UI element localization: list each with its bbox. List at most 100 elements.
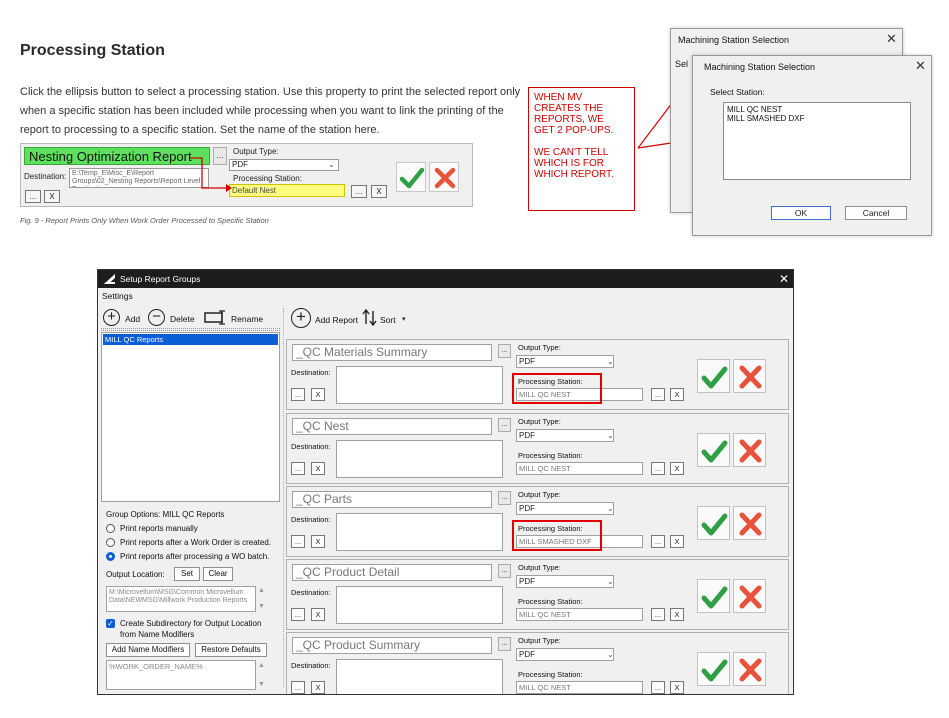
output-type-label: Output Type: [518, 636, 561, 645]
name-modifier-field[interactable]: %WORK_ORDER_NAME% [106, 660, 256, 690]
destination-ellipsis-button[interactable]: ... [291, 608, 305, 621]
report-name-ellipsis-button[interactable]: ... [498, 491, 511, 505]
restore-defaults-button[interactable]: Restore Defaults [195, 643, 267, 657]
accept-button[interactable] [697, 433, 730, 467]
cancel-button[interactable] [733, 579, 766, 613]
chevron-down-icon: ⌄ [607, 650, 614, 659]
output-type-label: Output Type: [518, 563, 561, 572]
output-type-select[interactable]: PDF ⌄ [516, 648, 614, 661]
station-ellipsis-button[interactable]: ... [651, 462, 665, 475]
destination-field[interactable] [336, 440, 503, 478]
destination-field[interactable] [336, 659, 503, 694]
cancel-button[interactable] [733, 433, 766, 467]
group-list[interactable]: MILL QC Reports [101, 332, 280, 502]
destination-ellipsis-button[interactable]: ... [291, 388, 305, 401]
station-clear-button[interactable]: X [670, 388, 684, 401]
cancel-button[interactable]: Cancel [845, 206, 907, 220]
destination-field[interactable] [336, 586, 503, 624]
report-name-field[interactable]: _QC Product Detail [292, 564, 492, 581]
report-name-ellipsis-button[interactable]: ... [498, 344, 511, 358]
subdirectory-checkbox[interactable]: ✓ [106, 619, 115, 628]
add-group-button[interactable]: Add [125, 314, 140, 324]
radio-print-after-work-order[interactable] [106, 538, 115, 547]
report-name-field[interactable]: _QC Nest [292, 418, 492, 435]
cancel-button[interactable] [733, 652, 766, 686]
output-type-select[interactable]: PDF ⌄ [516, 429, 614, 442]
station-ellipsis-button[interactable]: ... [651, 535, 665, 548]
destination-clear-button[interactable]: X [311, 608, 325, 621]
destination-label: Destination: [291, 515, 331, 524]
report-name-ellipsis-button[interactable]: ... [498, 637, 511, 651]
station-ellipsis-button[interactable]: ... [651, 608, 665, 621]
figure-accept-button[interactable] [396, 162, 426, 192]
accept-button[interactable] [697, 652, 730, 686]
checkmark-icon [399, 167, 425, 189]
destination-clear-button[interactable]: X [311, 681, 325, 694]
accept-button[interactable] [697, 359, 730, 393]
delete-icon[interactable]: − [148, 309, 165, 326]
menu-settings[interactable]: Settings [102, 291, 133, 301]
station-listbox[interactable]: MILL QC NEST MILL SMASHED DXF [723, 102, 911, 180]
accept-button[interactable] [697, 506, 730, 540]
cancel-button[interactable] [733, 359, 766, 393]
scroll-down-icon[interactable]: ▼ [258, 603, 265, 610]
checkmark-icon [701, 440, 728, 463]
report-name-field[interactable]: _QC Product Summary [292, 637, 492, 654]
figure-caption: Fig. 9 - Report Prints Only When Work Or… [20, 216, 269, 225]
station-clear-button[interactable]: X [670, 681, 684, 694]
close-icon [739, 439, 762, 463]
cancel-button[interactable] [733, 506, 766, 540]
destination-clear-button[interactable]: X [311, 462, 325, 475]
caret-down-icon[interactable]: ▾ [402, 315, 406, 323]
add-name-modifiers-button[interactable]: Add Name Modifiers [106, 643, 190, 657]
sort-button[interactable]: Sort [380, 315, 396, 325]
close-icon[interactable]: ✕ [915, 58, 926, 74]
scroll-up-icon[interactable]: ▲ [258, 662, 265, 669]
set-output-button[interactable]: Set [174, 567, 200, 581]
destination-field[interactable] [336, 366, 503, 404]
radio-print-manually[interactable] [106, 524, 115, 533]
figure-cancel-button[interactable] [429, 162, 459, 192]
callout-line: WHICH IS FOR [534, 158, 604, 169]
figure-station-ellipsis-button[interactable]: ... [351, 185, 367, 198]
destination-clear-button[interactable]: X [311, 535, 325, 548]
close-icon[interactable]: ✕ [886, 31, 897, 47]
station-ellipsis-button[interactable]: ... [651, 388, 665, 401]
accept-button[interactable] [697, 579, 730, 613]
callout-note: WHEN MV CREATES THE REPORTS, WE GET 2 PO… [528, 87, 635, 211]
output-type-select[interactable]: PDF ⌄ [516, 502, 614, 515]
station-clear-button[interactable]: X [670, 462, 684, 475]
sort-icon[interactable] [362, 309, 378, 326]
report-name-field[interactable]: _QC Materials Summary [292, 344, 492, 361]
destination-ellipsis-button[interactable]: ... [291, 681, 305, 694]
add-report-icon[interactable]: + [291, 308, 311, 328]
rename-icon[interactable] [204, 310, 228, 325]
subdirectory-checkbox-label-2: from Name Modifiers [120, 630, 195, 639]
rename-group-button[interactable]: Rename [231, 314, 263, 324]
output-type-select[interactable]: PDF ⌄ [516, 575, 614, 588]
ok-button[interactable]: OK [771, 206, 831, 220]
station-clear-button[interactable]: X [670, 608, 684, 621]
scroll-up-icon[interactable]: ▲ [258, 587, 265, 594]
destination-clear-button[interactable]: X [311, 388, 325, 401]
radio-print-after-processing[interactable] [106, 552, 115, 561]
close-icon[interactable]: ✕ [779, 272, 789, 286]
report-name-ellipsis-button[interactable]: ... [498, 418, 511, 432]
destination-field[interactable] [336, 513, 503, 551]
add-icon[interactable]: + [103, 309, 120, 326]
add-report-button[interactable]: Add Report [315, 315, 358, 325]
destination-ellipsis-button[interactable]: ... [291, 535, 305, 548]
destination-ellipsis-button[interactable]: ... [291, 462, 305, 475]
group-list-item[interactable]: MILL QC Reports [103, 334, 278, 345]
figure-station-clear-button[interactable]: X [371, 185, 387, 198]
report-name-ellipsis-button[interactable]: ... [498, 564, 511, 578]
station-clear-button[interactable]: X [670, 535, 684, 548]
scroll-down-icon[interactable]: ▼ [258, 681, 265, 688]
station-ellipsis-button[interactable]: ... [651, 681, 665, 694]
station-list-item[interactable]: MILL SMASHED DXF [727, 114, 907, 124]
splitter[interactable] [283, 308, 284, 688]
output-type-select[interactable]: PDF ⌄ [516, 355, 614, 368]
report-name-field[interactable]: _QC Parts [292, 491, 492, 508]
clear-output-button[interactable]: Clear [203, 567, 233, 581]
delete-group-button[interactable]: Delete [170, 314, 195, 324]
